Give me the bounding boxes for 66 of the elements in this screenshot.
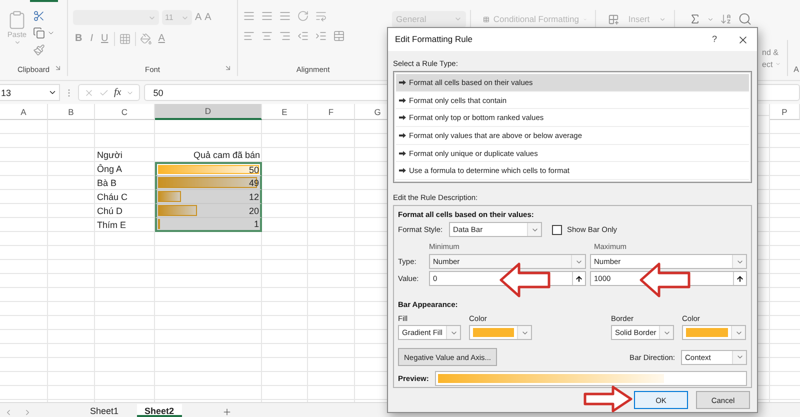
align-bottom-icon[interactable] bbox=[279, 10, 291, 22]
borders-icon[interactable] bbox=[119, 33, 132, 45]
table-cell[interactable]: 20 bbox=[155, 204, 262, 218]
color-dropdown[interactable] bbox=[682, 325, 746, 340]
merge-icon[interactable] bbox=[333, 30, 345, 42]
insert-function-button[interactable]: fx bbox=[114, 87, 122, 98]
column-header[interactable]: P bbox=[770, 104, 800, 120]
sheet-tab[interactable]: Sheet1 bbox=[82, 404, 127, 417]
caret-icon bbox=[454, 15, 462, 23]
sum-icon[interactable] bbox=[689, 13, 701, 25]
sort-filter-icon[interactable] bbox=[720, 13, 732, 25]
table-cell: Bà B bbox=[97, 178, 117, 188]
table-cell: Quả cam đã bán bbox=[193, 150, 260, 160]
bullet-arrow-icon bbox=[399, 98, 406, 102]
table-cell: Cháu C bbox=[97, 192, 128, 202]
bullet-arrow-icon bbox=[399, 150, 406, 156]
bullet-arrow-icon bbox=[399, 168, 406, 174]
align-center-icon[interactable] bbox=[261, 30, 273, 42]
grid-plus-icon bbox=[608, 14, 619, 24]
rule-type-list[interactable] bbox=[393, 71, 752, 183]
add-sheet-icon[interactable] bbox=[222, 407, 232, 417]
dialog-title: Edit Formatting Rule bbox=[395, 35, 472, 44]
clipboard-icon bbox=[7, 10, 27, 30]
sheet-tab[interactable]: Sheet2 bbox=[136, 404, 182, 417]
table-cell: Ông A bbox=[97, 164, 122, 174]
enter-icon[interactable] bbox=[99, 88, 109, 98]
caret-icon bbox=[48, 88, 57, 97]
launcher-icon[interactable] bbox=[54, 64, 62, 72]
table-cell: Chú D bbox=[97, 206, 123, 216]
color-dropdown[interactable] bbox=[469, 325, 532, 340]
bullet-arrow-icon bbox=[399, 132, 406, 138]
caret-icon bbox=[14, 39, 20, 46]
format-painter-icon[interactable] bbox=[33, 44, 45, 56]
caret-icon bbox=[658, 16, 666, 22]
group-label: A bbox=[794, 64, 800, 74]
caret-icon[interactable] bbox=[707, 16, 714, 22]
decrease-indent-icon[interactable] bbox=[297, 30, 309, 42]
bullet-arrow-icon bbox=[399, 80, 406, 85]
increase-indent-icon[interactable] bbox=[315, 30, 327, 42]
table-cell[interactable]: 1 bbox=[155, 218, 262, 232]
help-button[interactable]: ? bbox=[712, 35, 717, 44]
align-top-icon[interactable] bbox=[243, 10, 255, 22]
caret-icon[interactable] bbox=[47, 29, 55, 37]
align-middle-icon[interactable] bbox=[261, 10, 273, 22]
launcher-icon[interactable] bbox=[224, 64, 232, 72]
font-name-field[interactable] bbox=[73, 10, 159, 25]
search-icon[interactable] bbox=[738, 12, 752, 26]
cut-icon[interactable] bbox=[33, 10, 45, 22]
table-cell: Người bbox=[97, 150, 122, 160]
cancel-icon[interactable] bbox=[84, 88, 94, 98]
next-sheet-icon[interactable] bbox=[23, 408, 32, 417]
caret-icon bbox=[774, 61, 781, 67]
previous-sheet-icon[interactable] bbox=[4, 408, 13, 417]
align-right-icon[interactable] bbox=[279, 30, 291, 42]
close-icon[interactable] bbox=[737, 34, 749, 46]
copy-icon[interactable] bbox=[33, 27, 45, 39]
orientation-icon[interactable] bbox=[297, 10, 309, 22]
bullet-arrow-icon bbox=[399, 115, 406, 120]
wrap-text-icon[interactable] bbox=[315, 10, 327, 22]
name-box[interactable]: 13 bbox=[0, 84, 60, 101]
checkbox[interactable] bbox=[552, 224, 562, 234]
table-cell[interactable]: 12 bbox=[155, 190, 262, 204]
column-header[interactable]: D bbox=[155, 104, 262, 120]
align-left-icon[interactable] bbox=[243, 30, 255, 42]
table-cell: Thím E bbox=[97, 220, 126, 230]
fill-color-icon[interactable] bbox=[140, 33, 152, 45]
